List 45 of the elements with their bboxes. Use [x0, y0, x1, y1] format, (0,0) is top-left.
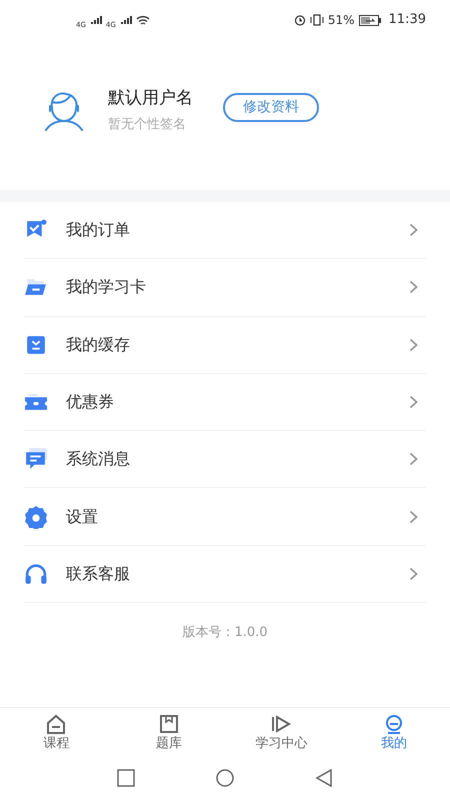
- menu-label: 优惠券: [66, 391, 115, 414]
- recents-icon[interactable]: [116, 768, 136, 786]
- menu-label: 我的缓存: [66, 334, 131, 356]
- battery-charging-icon: [358, 14, 381, 26]
- tab[interactable]: 课程: [0, 708, 112, 755]
- chevron-right-icon: [409, 338, 418, 352]
- book-icon: [158, 713, 180, 735]
- menu-label: 我的学习卡: [66, 276, 147, 298]
- back-icon[interactable]: [314, 768, 334, 786]
- menu-label: 联系客服: [66, 562, 131, 585]
- message-icon: [24, 447, 48, 472]
- home-icon[interactable]: [214, 768, 236, 786]
- chevron-right-icon: [409, 395, 418, 410]
- menu-item[interactable]: 设置: [24, 488, 426, 546]
- settings-icon: [24, 504, 48, 529]
- menu-item[interactable]: 联系客服: [24, 546, 426, 604]
- chevron-right-icon: [409, 452, 418, 466]
- wifi-icon: [136, 14, 150, 26]
- menu-item[interactable]: 系统消息: [24, 431, 426, 488]
- alarm-icon: [294, 14, 306, 26]
- menu-label: 系统消息: [66, 448, 131, 470]
- chevron-right-icon: [409, 566, 418, 581]
- menu-label: 我的订单: [66, 219, 131, 242]
- chevron-right-icon: [409, 510, 418, 524]
- tab[interactable]: 学习中心: [225, 708, 338, 755]
- clock-time: 11:39: [388, 11, 426, 30]
- version-text: 版本号：1.0.0: [182, 624, 268, 642]
- signal-icon: [120, 15, 132, 25]
- tab[interactable]: 我的: [338, 708, 450, 755]
- play-icon: [270, 713, 292, 735]
- signal-icon: [90, 15, 102, 25]
- house-icon: [45, 713, 68, 735]
- signature: 暂无个性签名: [108, 116, 187, 134]
- menu-item[interactable]: 优惠券: [24, 374, 426, 432]
- vibrate-icon: [310, 14, 324, 26]
- chevron-right-icon: [409, 223, 418, 238]
- menu-item[interactable]: 我的缓存: [24, 316, 426, 374]
- username: 默认用户名: [108, 86, 193, 110]
- menu-label: 设置: [66, 506, 99, 528]
- menu-item[interactable]: 我的订单: [24, 202, 426, 260]
- menu-item[interactable]: 我的学习卡: [24, 259, 426, 317]
- chevron-right-icon: [409, 280, 418, 294]
- battery-percent: 51%: [328, 12, 355, 29]
- headset-icon: [24, 562, 48, 586]
- tab[interactable]: 题库: [112, 708, 225, 755]
